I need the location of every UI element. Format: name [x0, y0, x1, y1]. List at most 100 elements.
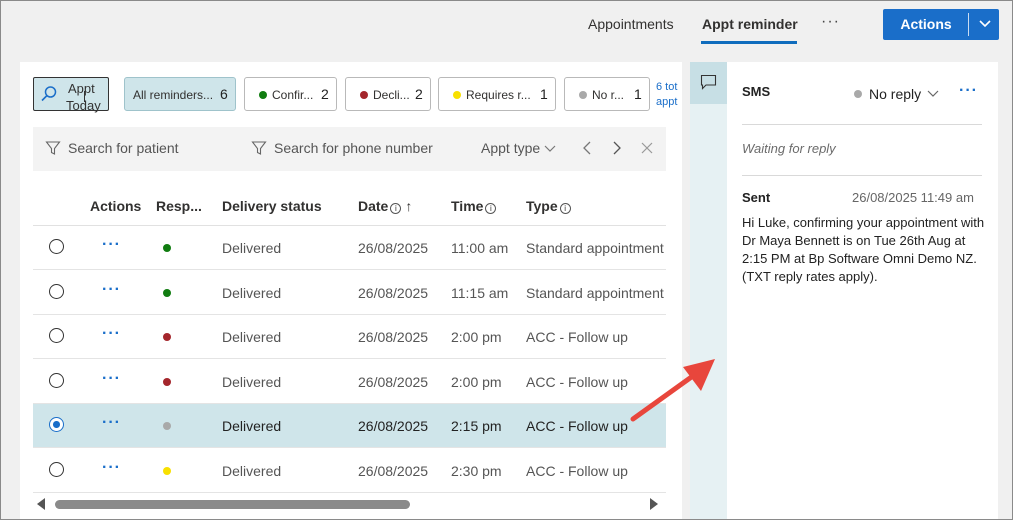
type-cell: ACC - Follow up — [526, 418, 628, 435]
time-cell: 2:30 pm — [451, 463, 502, 479]
table-row[interactable]: ··· Delivered 26/08/2025 2:00 pm ACC - Follo… — [33, 359, 666, 404]
response-status-dot — [163, 333, 171, 342]
row-select-radio[interactable] — [49, 239, 64, 254]
response-status-dot — [163, 377, 171, 386]
chevron-down-icon[interactable] — [927, 89, 939, 99]
message-body: Hi Luke, confirming your appointment wit… — [742, 215, 985, 284]
chip-count: 2 — [415, 86, 423, 102]
column-header-date[interactable]: Date i ↑ — [358, 198, 412, 214]
status-dot — [259, 91, 267, 99]
column-header-time[interactable]: Time i — [451, 198, 497, 214]
today-button-line1: Appt — [68, 81, 95, 96]
chip-count: 1 — [540, 86, 548, 102]
divider — [742, 124, 982, 125]
filter-chip-no-reply[interactable]: No r... 1 — [564, 77, 650, 111]
row-select-radio[interactable] — [49, 417, 64, 433]
chip-count: 6 — [220, 86, 228, 102]
column-header-delivery-status[interactable]: Delivery status — [222, 198, 322, 214]
total-appointments-link[interactable]: 6 tot appt — [656, 80, 682, 110]
time-cell: 11:00 am — [451, 240, 509, 256]
table-header: Actions Resp... Delivery status Date i ↑ T… — [33, 190, 666, 226]
info-icon: i — [559, 203, 571, 214]
phone-search-input[interactable]: Search for phone number — [274, 140, 433, 156]
tab-messages[interactable] — [690, 62, 727, 104]
chip-label: Requires r... — [466, 88, 531, 102]
column-header-response[interactable]: Resp... — [156, 198, 202, 214]
total-line2: appt — [656, 96, 678, 108]
appt-type-dropdown[interactable]: Appt type — [481, 140, 540, 156]
sort-ascending-icon: ↑ — [405, 198, 413, 214]
close-icon[interactable] — [638, 139, 656, 157]
row-select-radio[interactable] — [49, 462, 64, 477]
filter-chip-confirmed[interactable]: Confir... 2 — [244, 77, 337, 111]
table-row[interactable]: ··· Delivered 26/08/2025 2:15 pm ACC - Follo… — [33, 404, 666, 449]
type-cell: Standard appointment — [526, 284, 664, 301]
more-tabs-icon[interactable]: ··· — [821, 13, 840, 31]
column-header-date-label: Date — [358, 198, 389, 214]
chat-bubble-icon — [700, 74, 717, 90]
column-header-actions[interactable]: Actions — [90, 198, 141, 214]
row-actions-icon[interactable]: ··· — [102, 414, 121, 432]
filter-chip-all[interactable]: All reminders... 6 — [124, 77, 236, 111]
delivery-status-cell: Delivered — [222, 284, 282, 301]
row-actions-icon[interactable]: ··· — [102, 281, 121, 299]
chevron-right-icon[interactable] — [608, 139, 626, 157]
chip-label: No r... — [592, 88, 625, 102]
table-row[interactable]: ··· Delivered 26/08/2025 2:00 pm ACC - Follo… — [33, 315, 666, 360]
reminder-list-panel: Appt Today All reminders... 6 Confir... … — [20, 62, 682, 519]
filter-icon — [251, 141, 267, 155]
actions-button-label: Actions — [900, 16, 952, 32]
tab-appt-reminder[interactable]: Appt reminder — [702, 16, 798, 32]
chevron-down-icon[interactable] — [975, 13, 995, 33]
chevron-down-icon[interactable] — [543, 141, 557, 155]
sent-label: Sent — [742, 190, 771, 205]
scroll-right-arrow-icon[interactable] — [650, 498, 658, 510]
more-options-icon[interactable]: ··· — [959, 82, 978, 100]
time-cell: 2:00 pm — [451, 329, 502, 346]
scrollbar-thumb[interactable] — [55, 500, 410, 509]
row-select-radio[interactable] — [49, 372, 64, 388]
date-cell: 26/08/2025 — [358, 373, 429, 390]
chevron-left-icon[interactable] — [578, 139, 596, 157]
row-select-radio[interactable] — [49, 283, 64, 299]
column-header-type[interactable]: Type i — [526, 198, 571, 214]
row-actions-icon[interactable]: ··· — [102, 459, 121, 477]
filter-bar: Search for patient Search for phone numb… — [33, 127, 666, 171]
time-cell: 11:15 am — [451, 284, 509, 301]
type-cell: ACC - Follow up — [526, 463, 628, 479]
row-actions-icon[interactable]: ··· — [102, 370, 121, 388]
row-select-radio[interactable] — [49, 328, 64, 344]
annotation-arrow-icon — [630, 359, 715, 422]
patient-search-input[interactable]: Search for patient — [68, 140, 179, 156]
reply-status-dropdown[interactable]: No reply — [869, 86, 921, 102]
search-icon — [41, 86, 57, 102]
table-row[interactable]: ··· Delivered 26/08/2025 11:15 am Standard a… — [33, 270, 666, 315]
table-row[interactable]: ··· Delivered 26/08/2025 11:00 am Standard a… — [33, 226, 666, 270]
actions-divider — [968, 13, 969, 36]
active-tab-indicator — [701, 41, 797, 44]
date-cell: 26/08/2025 — [358, 329, 429, 346]
filter-chip-requires-review[interactable]: Requires r... 1 — [438, 77, 556, 111]
date-cell: 26/08/2025 — [358, 240, 429, 256]
divider — [742, 175, 982, 176]
delivery-status-cell: Delivered — [222, 373, 282, 390]
type-cell: ACC - Follow up — [526, 373, 628, 390]
chip-label: Decli... — [373, 88, 410, 102]
time-cell: 2:15 pm — [451, 418, 502, 435]
filter-chip-declined[interactable]: Decli... 2 — [345, 77, 431, 111]
actions-button[interactable]: Actions — [883, 9, 999, 40]
scroll-left-arrow-icon[interactable] — [37, 498, 45, 510]
row-actions-icon[interactable]: ··· — [102, 325, 121, 343]
column-header-time-label: Time — [451, 198, 484, 214]
tab-appointments[interactable]: Appointments — [588, 16, 674, 32]
response-status-dot — [163, 244, 171, 252]
table-row[interactable]: ··· Delivered 26/08/2025 2:30 pm ACC - Follo… — [33, 449, 666, 493]
status-dot — [854, 90, 862, 98]
row-actions-icon[interactable]: ··· — [102, 236, 121, 254]
delivery-status-cell: Delivered — [222, 463, 282, 479]
date-cell: 26/08/2025 — [358, 463, 429, 479]
today-button[interactable]: Appt Today — [33, 77, 109, 113]
horizontal-scrollbar[interactable] — [33, 496, 666, 512]
delivery-status-cell: Delivered — [222, 418, 282, 435]
message-detail-panel: SMS No reply ··· Waiting for reply Sent … — [727, 62, 998, 519]
